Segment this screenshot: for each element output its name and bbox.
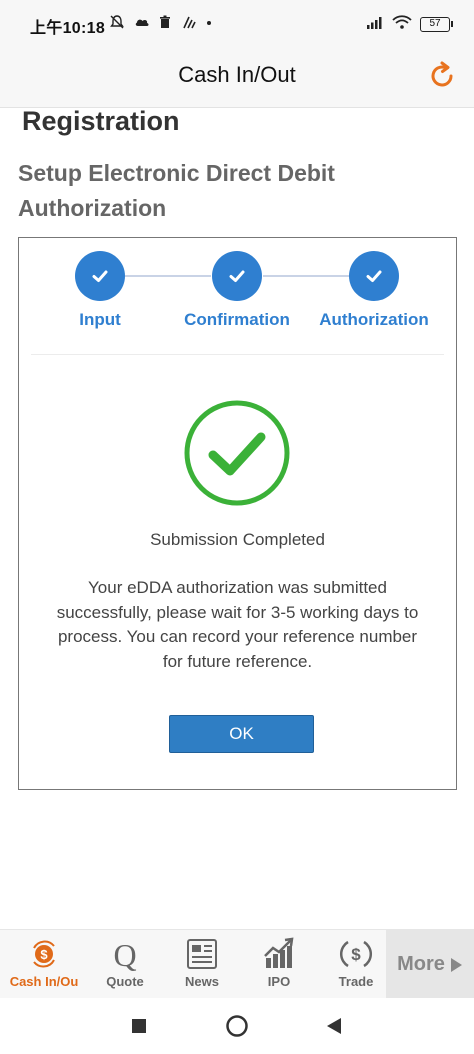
notification-icons	[110, 15, 220, 29]
nav-more-label: More	[397, 953, 445, 975]
nav-item-quote[interactable]: Q Quote	[85, 930, 165, 999]
cash-in-out-icon: $	[24, 936, 64, 972]
step-3-check	[349, 251, 399, 301]
step-2-check	[212, 251, 262, 301]
nav-label-ipo: IPO	[267, 974, 291, 989]
home-button[interactable]	[224, 1013, 250, 1039]
dot-icon	[206, 15, 220, 29]
success-check-icon	[183, 399, 291, 507]
refresh-icon	[431, 61, 453, 87]
signal-app-icon	[182, 15, 196, 29]
system-nav-bar	[0, 998, 474, 1054]
cell-signal-icon	[366, 15, 384, 34]
ipo-icon	[259, 936, 299, 972]
nav-item-news[interactable]: News	[162, 930, 242, 999]
nav-item-ipo[interactable]: IPO	[239, 930, 319, 999]
svg-text:$: $	[40, 947, 48, 962]
svg-text:$: $	[351, 945, 361, 964]
trash-icon	[158, 15, 172, 29]
divider	[31, 354, 444, 355]
submission-message: Your eDDA authorization was submitted su…	[56, 578, 419, 671]
square-icon	[132, 1019, 146, 1033]
setup-heading: Setup Electronic Direct Debit Authorizat…	[18, 160, 335, 221]
status-right-icons: 57	[366, 15, 453, 34]
quote-icon: Q	[105, 936, 145, 972]
back-button[interactable]	[321, 1013, 347, 1039]
check-icon	[229, 270, 245, 282]
cloud-icon	[134, 15, 149, 29]
nav-label-news: News	[185, 974, 219, 989]
wifi-icon	[392, 15, 412, 34]
step-label-confirmation: Confirmation	[184, 310, 290, 329]
result-card: Input Confirmation Authorization Submiss…	[18, 237, 457, 790]
check-icon	[92, 270, 108, 282]
step-1-check	[75, 251, 125, 301]
trade-icon: $	[336, 936, 376, 972]
registration-heading: Registration	[22, 106, 180, 136]
nav-label-trade: Trade	[338, 974, 374, 989]
home-circle-icon	[226, 1015, 248, 1037]
nav-more-button[interactable]: More	[386, 930, 474, 999]
progress-steps: Input Confirmation Authorization	[19, 238, 456, 354]
nav-item-trade[interactable]: $ Trade	[316, 930, 396, 999]
battery-indicator: 57	[420, 17, 453, 32]
step-connector	[263, 275, 349, 277]
news-icon	[182, 936, 222, 972]
step-label-input: Input	[79, 310, 121, 329]
page-title: Cash In/Out	[178, 62, 296, 87]
submission-status: Submission Completed	[150, 530, 325, 549]
step-label-authorization: Authorization	[319, 310, 429, 329]
recents-button[interactable]	[126, 1013, 152, 1039]
app-header: Cash In/Out	[0, 50, 474, 108]
svg-text:Q: Q	[113, 937, 136, 972]
mute-bell-icon	[110, 15, 124, 29]
back-triangle-icon	[327, 1018, 341, 1034]
bottom-nav: $ Cash In/Ou Q Quote News IPO $ Trade Mo…	[0, 929, 474, 999]
ok-button[interactable]: OK	[169, 715, 314, 753]
nav-label-quote: Quote	[106, 974, 144, 989]
nav-label-cash-in-out: Cash In/Ou	[9, 974, 79, 989]
status-bar: 上午10:18 57	[0, 0, 474, 50]
step-connector	[125, 275, 211, 277]
play-arrow-icon	[450, 957, 462, 972]
check-icon	[366, 270, 382, 282]
status-time: 上午10:18	[30, 20, 106, 37]
refresh-button[interactable]	[424, 58, 460, 94]
nav-item-cash-in-out[interactable]: $ Cash In/Ou	[4, 930, 84, 999]
